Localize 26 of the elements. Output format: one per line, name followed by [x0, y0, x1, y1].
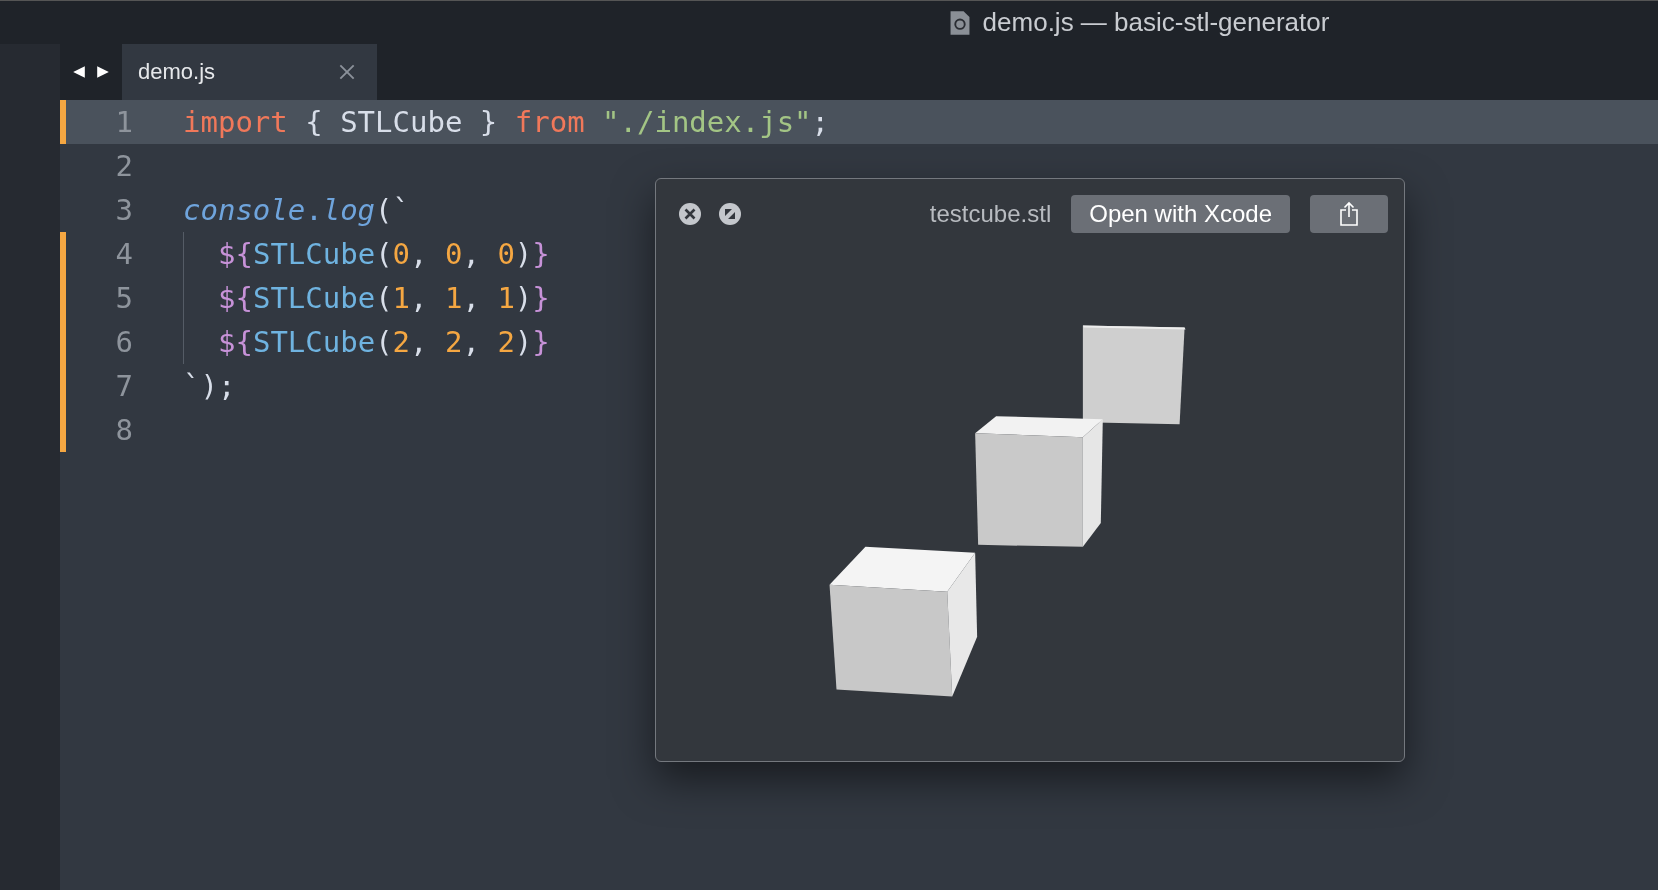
window-title: demo.js — basic-stl-generator: [982, 7, 1330, 38]
code-line: import { STLCube } from "./index.js";: [183, 105, 830, 139]
line-number: 1: [114, 105, 133, 139]
file-tab[interactable]: demo.js: [122, 44, 377, 100]
close-icon[interactable]: [678, 202, 702, 226]
code-line: `);: [183, 369, 236, 403]
line-number: 4: [114, 237, 133, 271]
line-number: 2: [114, 149, 133, 183]
code-line: ${STLCube(0, 0, 0)}: [218, 237, 550, 271]
file-icon: [948, 9, 971, 36]
line-number: 8: [114, 413, 133, 447]
code-line: ${STLCube(1, 1, 1)}: [218, 281, 550, 315]
code-line: console.log(`: [183, 193, 410, 227]
open-with-button[interactable]: Open with Xcode: [1071, 195, 1290, 233]
line-number: 6: [114, 325, 133, 359]
back-arrow-icon[interactable]: [72, 65, 86, 79]
file-name: testcube.stl: [929, 200, 1052, 228]
close-icon[interactable]: [339, 64, 355, 80]
forward-arrow-icon[interactable]: [96, 65, 110, 79]
line-number: 5: [114, 281, 133, 315]
fullscreen-icon[interactable]: [718, 202, 742, 226]
share-button[interactable]: [1310, 195, 1388, 233]
share-icon: [1339, 201, 1359, 227]
line-number: 3: [114, 193, 133, 227]
code-line: ${STLCube(2, 2, 2)}: [218, 325, 550, 359]
line-number: 7: [114, 369, 133, 403]
